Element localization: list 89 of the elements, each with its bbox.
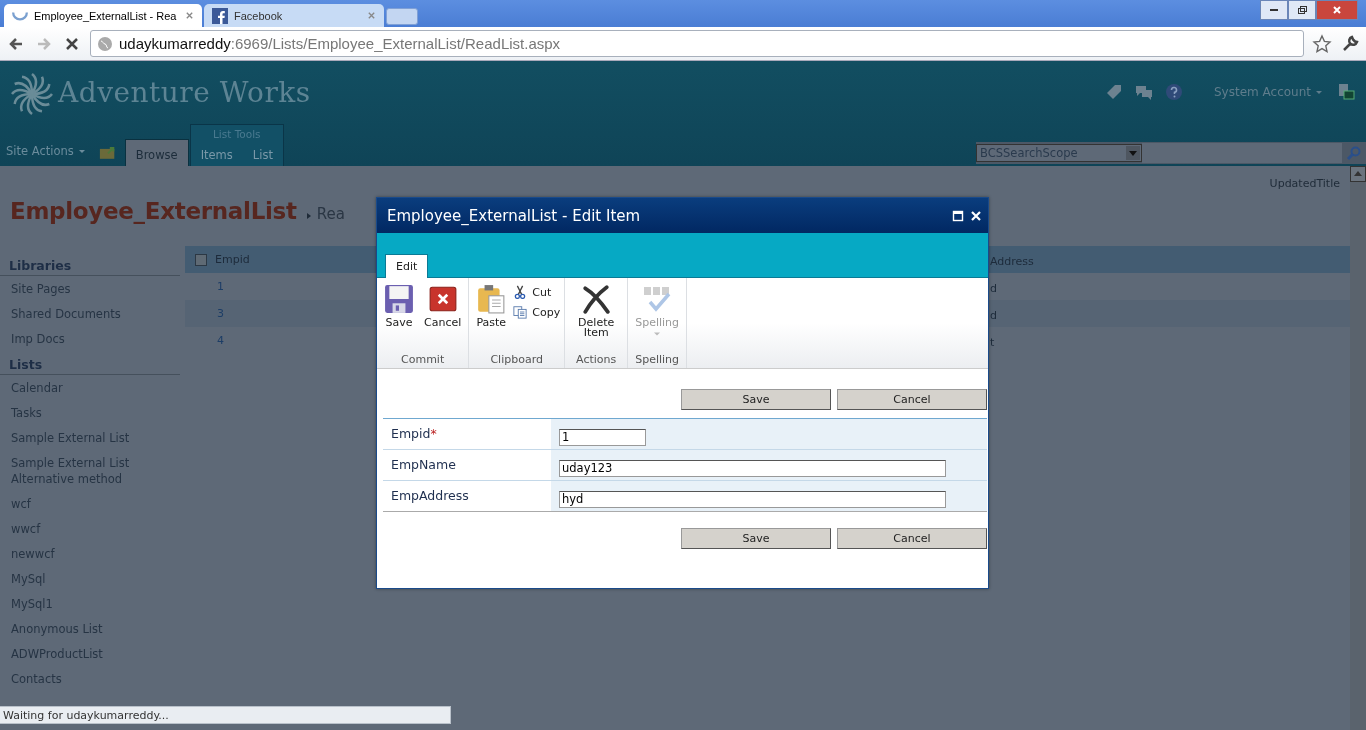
folder-icon[interactable]	[98, 145, 117, 160]
updated-title-link[interactable]: UpdatedTitle	[1269, 166, 1350, 190]
ribbon-button[interactable]: Cut	[513, 285, 561, 299]
maximize-icon[interactable]	[952, 209, 964, 222]
search-field[interactable]	[1142, 143, 1342, 163]
sidebar-item[interactable]: Site Pages	[0, 276, 152, 301]
ribbon-button[interactable]: Cancel	[421, 284, 465, 353]
breadcrumb-arrow-icon	[306, 213, 311, 219]
scroll-up-icon[interactable]	[1350, 166, 1366, 182]
logo-swirl-icon	[10, 72, 54, 116]
select-all-checkbox[interactable]	[195, 253, 207, 266]
table-cell[interactable]: 4	[217, 334, 224, 347]
close-icon	[1333, 6, 1341, 14]
sidebar-heading[interactable]: Libraries	[0, 252, 180, 276]
input-field[interactable]: hyd	[559, 490, 946, 508]
spell-check-icon	[642, 284, 673, 314]
form-button[interactable]: Save	[681, 389, 831, 410]
ribbon-group-label: Spelling	[634, 353, 681, 368]
monitor-icon[interactable]	[1336, 82, 1356, 102]
page-title: Employee_ExternalList	[10, 198, 297, 224]
help-icon[interactable]	[1164, 82, 1184, 102]
ribbon-tab[interactable]: Browse	[124, 139, 189, 166]
caret-icon	[1316, 91, 1322, 94]
caret-icon	[78, 150, 85, 153]
ribbon-tab[interactable]: List	[242, 142, 283, 166]
scissors-icon	[513, 285, 528, 299]
ribbon-button[interactable]: Copy	[513, 305, 561, 319]
cancel-icon	[427, 284, 458, 314]
sidebar-item[interactable]: Sample External List	[0, 425, 152, 450]
table-cell: d	[990, 282, 997, 295]
copy-icon	[513, 305, 528, 319]
input-field[interactable]: 1	[559, 428, 646, 446]
ribbon-button[interactable]: Save	[381, 284, 417, 353]
tab-title: Employee_ExternalList - Rea	[34, 9, 178, 22]
globe-icon	[97, 35, 113, 52]
user-menu[interactable]: System Account	[1214, 85, 1322, 99]
table-cell[interactable]: 3	[217, 307, 224, 320]
dialog-title: Employee_ExternalList - Edit Item	[387, 206, 642, 225]
sidebar-item[interactable]: Contacts	[0, 666, 152, 691]
table-cell: d	[990, 309, 997, 322]
ribbon-tab[interactable]: Edit	[385, 254, 429, 278]
form-button[interactable]: Cancel	[837, 528, 987, 549]
sidebar-item[interactable]: Imp Docs	[0, 326, 152, 351]
ribbon-tab[interactable]: Items	[190, 142, 243, 166]
ribbon-button[interactable]: Delete Item	[569, 284, 624, 353]
field-label: Empid*	[390, 425, 438, 443]
caret-icon	[654, 332, 661, 336]
input-field[interactable]: uday123	[559, 459, 946, 477]
tab-group-label: List Tools	[212, 127, 262, 140]
facebook-icon	[212, 7, 228, 24]
status-bubble: Waiting for udaykumarreddy...	[0, 706, 451, 724]
field-label: EmpName	[390, 456, 457, 474]
ribbon-group-label: Commit	[400, 353, 446, 368]
browser-tab[interactable]: Employee_ExternalList - Rea	[4, 4, 202, 27]
close-button[interactable]	[1316, 0, 1358, 20]
sidebar-item[interactable]: MySql	[0, 566, 152, 591]
sidebar-item[interactable]: Tasks	[0, 400, 152, 425]
restore-button[interactable]	[1288, 0, 1316, 20]
field-label: EmpAddress	[390, 487, 470, 505]
tab-title: Facebook	[234, 9, 284, 22]
ribbon-group-label: Actions	[575, 353, 618, 368]
sidebar-item[interactable]: newwcf	[0, 541, 152, 566]
sidebar-item[interactable]: Calendar	[0, 375, 152, 400]
sidebar-item[interactable]: MySql1	[0, 591, 152, 616]
sidebar-item[interactable]: Shared Documents	[0, 301, 152, 326]
site-logo[interactable]: Adventure Works	[58, 76, 311, 109]
ribbon-button[interactable]: Paste	[473, 284, 510, 353]
ribbon-group-label: Clipboard	[489, 353, 544, 368]
table-cell: t	[990, 336, 995, 349]
clipboard-icon	[476, 284, 507, 314]
restore-icon	[1297, 6, 1307, 14]
form-button[interactable]: Cancel	[837, 389, 987, 410]
table-cell[interactable]: 1	[217, 280, 224, 293]
new-tab-button[interactable]	[386, 8, 418, 25]
address-bar[interactable]: udaykumarreddy:6969/Lists/Employee_ExternalList/ReadList.aspx	[90, 30, 1304, 57]
sidebar-item[interactable]: Sample External List Alternative method	[0, 450, 152, 491]
minimize-button[interactable]	[1260, 0, 1288, 20]
sidebar-item[interactable]: ADWProductList	[0, 641, 152, 666]
sidebar-item[interactable]: Anonymous List	[0, 616, 152, 641]
site-actions-menu[interactable]: Site Actions	[0, 144, 93, 166]
sidebar-item[interactable]: wcf	[0, 491, 152, 516]
star-icon[interactable]	[1312, 33, 1332, 54]
sidebar-heading[interactable]: Lists	[0, 351, 180, 375]
sidebar-item[interactable]: wwcf	[0, 516, 152, 541]
x-mark-icon	[581, 284, 612, 314]
browser-tab[interactable]: Facebook	[204, 4, 384, 27]
minimize-icon	[1270, 9, 1278, 11]
scrollbar[interactable]	[1350, 166, 1366, 730]
form-button[interactable]: Save	[681, 528, 831, 549]
